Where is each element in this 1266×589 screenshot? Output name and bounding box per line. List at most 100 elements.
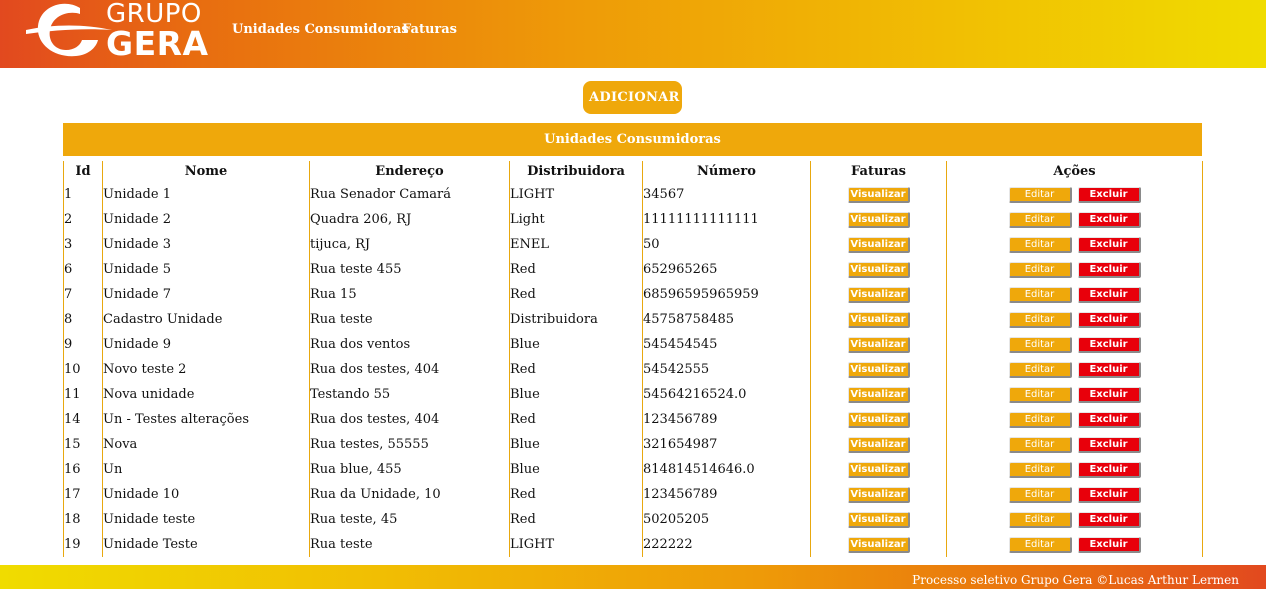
cell-actions: Editar Excluir bbox=[946, 232, 1203, 257]
cell-distributor: LIGHT bbox=[509, 182, 643, 207]
add-button[interactable]: ADICIONAR bbox=[583, 81, 682, 114]
delete-button[interactable]: Excluir bbox=[1077, 186, 1141, 203]
delete-button[interactable]: Excluir bbox=[1077, 336, 1141, 353]
cell-name: Novo teste 2 bbox=[102, 357, 310, 382]
view-invoices-button[interactable]: Visualizar bbox=[847, 461, 910, 478]
cell-distributor: LIGHT bbox=[509, 532, 643, 557]
cell-name: Nova unidade bbox=[102, 382, 310, 407]
cell-distributor: Red bbox=[509, 507, 643, 532]
edit-button[interactable]: Editar bbox=[1008, 261, 1072, 278]
cell-address: Rua blue, 455 bbox=[309, 457, 510, 482]
top-navbar: GRUPO GERA Unidades Consumidoras Faturas bbox=[0, 0, 1266, 68]
edit-button[interactable]: Editar bbox=[1008, 511, 1072, 528]
delete-button[interactable]: Excluir bbox=[1077, 286, 1141, 303]
edit-button[interactable]: Editar bbox=[1008, 461, 1072, 478]
cell-actions: Editar Excluir bbox=[946, 382, 1203, 407]
view-invoices-button[interactable]: Visualizar bbox=[847, 261, 910, 278]
delete-button[interactable]: Excluir bbox=[1077, 386, 1141, 403]
cell-address: Rua testes, 55555 bbox=[309, 432, 510, 457]
edit-button[interactable]: Editar bbox=[1008, 436, 1072, 453]
view-invoices-button[interactable]: Visualizar bbox=[847, 436, 910, 453]
cell-invoices: Visualizar bbox=[810, 232, 947, 257]
cell-id: 17 bbox=[63, 482, 103, 507]
delete-button[interactable]: Excluir bbox=[1077, 261, 1141, 278]
cell-address: Rua Senador Camará bbox=[309, 182, 510, 207]
cell-address: Testando 55 bbox=[309, 382, 510, 407]
view-invoices-button[interactable]: Visualizar bbox=[847, 486, 910, 503]
delete-button[interactable]: Excluir bbox=[1077, 511, 1141, 528]
edit-button[interactable]: Editar bbox=[1008, 311, 1072, 328]
cell-actions: Editar Excluir bbox=[946, 282, 1203, 307]
edit-button[interactable]: Editar bbox=[1008, 286, 1072, 303]
view-invoices-button[interactable]: Visualizar bbox=[847, 186, 910, 203]
delete-button[interactable]: Excluir bbox=[1077, 461, 1141, 478]
view-invoices-button[interactable]: Visualizar bbox=[847, 286, 910, 303]
table-row: 6 Unidade 5 Rua teste 455 Red 652965265 … bbox=[63, 257, 1203, 282]
edit-button[interactable]: Editar bbox=[1008, 386, 1072, 403]
brand-logo[interactable]: GRUPO GERA bbox=[24, 0, 214, 68]
cell-address: Rua teste 455 bbox=[309, 257, 510, 282]
cell-invoices: Visualizar bbox=[810, 432, 947, 457]
cell-id: 6 bbox=[63, 257, 103, 282]
view-invoices-button[interactable]: Visualizar bbox=[847, 386, 910, 403]
cell-invoices: Visualizar bbox=[810, 407, 947, 432]
view-invoices-button[interactable]: Visualizar bbox=[847, 211, 910, 228]
cell-number: 123456789 bbox=[642, 407, 811, 432]
delete-button[interactable]: Excluir bbox=[1077, 436, 1141, 453]
table-row: 14 Un - Testes alterações Rua dos testes… bbox=[63, 407, 1203, 432]
edit-button[interactable]: Editar bbox=[1008, 211, 1072, 228]
edit-button[interactable]: Editar bbox=[1008, 361, 1072, 378]
edit-button[interactable]: Editar bbox=[1008, 336, 1072, 353]
cell-address: Rua 15 bbox=[309, 282, 510, 307]
cell-address: Rua dos testes, 404 bbox=[309, 407, 510, 432]
cell-invoices: Visualizar bbox=[810, 207, 947, 232]
nav-link-consumer-units[interactable]: Unidades Consumidoras bbox=[232, 22, 409, 37]
cell-invoices: Visualizar bbox=[810, 332, 947, 357]
view-invoices-button[interactable]: Visualizar bbox=[847, 311, 910, 328]
cell-distributor: Red bbox=[509, 282, 643, 307]
cell-number: 222222 bbox=[642, 532, 811, 557]
edit-button[interactable]: Editar bbox=[1008, 486, 1072, 503]
delete-button[interactable]: Excluir bbox=[1077, 536, 1141, 553]
view-invoices-button[interactable]: Visualizar bbox=[847, 361, 910, 378]
cell-name: Unidade Teste bbox=[102, 532, 310, 557]
cell-id: 18 bbox=[63, 507, 103, 532]
cell-id: 8 bbox=[63, 307, 103, 332]
cell-id: 7 bbox=[63, 282, 103, 307]
nav-link-invoices[interactable]: Faturas bbox=[402, 22, 457, 37]
cell-distributor: Red bbox=[509, 407, 643, 432]
cell-invoices: Visualizar bbox=[810, 507, 947, 532]
delete-button[interactable]: Excluir bbox=[1077, 411, 1141, 428]
cell-invoices: Visualizar bbox=[810, 382, 947, 407]
delete-button[interactable]: Excluir bbox=[1077, 236, 1141, 253]
cell-address: Rua teste bbox=[309, 307, 510, 332]
delete-button[interactable]: Excluir bbox=[1077, 211, 1141, 228]
table-row: 11 Nova unidade Testando 55 Blue 5456421… bbox=[63, 382, 1203, 407]
delete-button[interactable]: Excluir bbox=[1077, 361, 1141, 378]
cell-actions: Editar Excluir bbox=[946, 532, 1203, 557]
cell-distributor: Blue bbox=[509, 432, 643, 457]
table-row: 1 Unidade 1 Rua Senador Camará LIGHT 345… bbox=[63, 182, 1203, 207]
edit-button[interactable]: Editar bbox=[1008, 186, 1072, 203]
column-header-name: Nome bbox=[102, 161, 310, 182]
edit-button[interactable]: Editar bbox=[1008, 236, 1072, 253]
delete-button[interactable]: Excluir bbox=[1077, 311, 1141, 328]
cell-number: 123456789 bbox=[642, 482, 811, 507]
cell-invoices: Visualizar bbox=[810, 282, 947, 307]
view-invoices-button[interactable]: Visualizar bbox=[847, 411, 910, 428]
cell-distributor: Blue bbox=[509, 382, 643, 407]
view-invoices-button[interactable]: Visualizar bbox=[847, 536, 910, 553]
view-invoices-button[interactable]: Visualizar bbox=[847, 511, 910, 528]
view-invoices-button[interactable]: Visualizar bbox=[847, 336, 910, 353]
cell-name: Unidade 10 bbox=[102, 482, 310, 507]
edit-button[interactable]: Editar bbox=[1008, 536, 1072, 553]
cell-address: Rua teste bbox=[309, 532, 510, 557]
column-header-actions: Ações bbox=[946, 161, 1203, 182]
cell-name: Cadastro Unidade bbox=[102, 307, 310, 332]
table-title: Unidades Consumidoras bbox=[63, 123, 1202, 156]
edit-button[interactable]: Editar bbox=[1008, 411, 1072, 428]
cell-distributor: Blue bbox=[509, 457, 643, 482]
cell-invoices: Visualizar bbox=[810, 357, 947, 382]
delete-button[interactable]: Excluir bbox=[1077, 486, 1141, 503]
view-invoices-button[interactable]: Visualizar bbox=[847, 236, 910, 253]
